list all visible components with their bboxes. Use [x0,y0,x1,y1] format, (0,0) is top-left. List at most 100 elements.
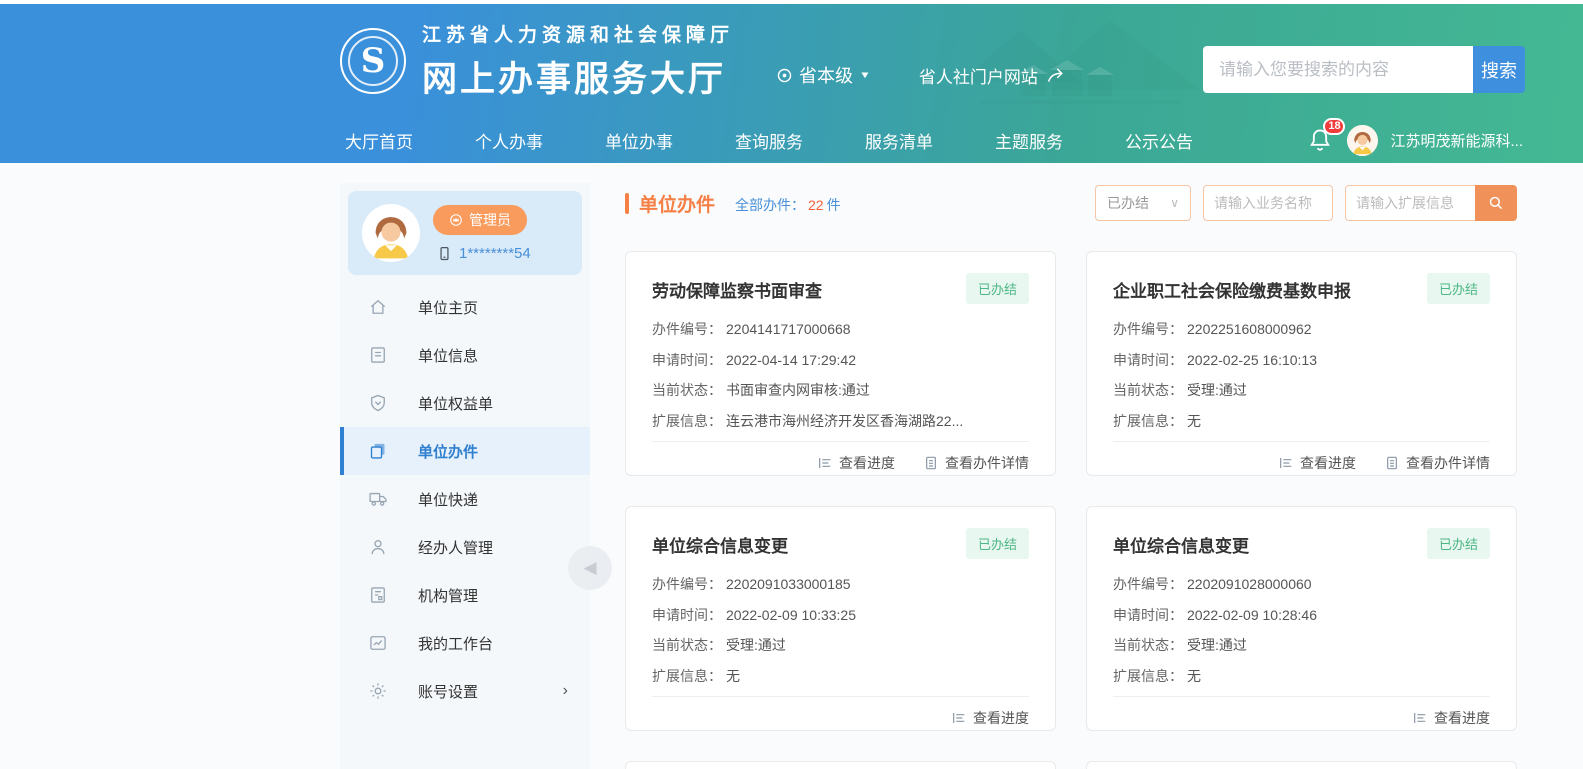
org-doc-icon [368,585,388,605]
nav-item-personal[interactable]: 个人办事 [475,128,543,153]
detail-doc-icon [923,455,939,471]
view-progress-label: 查看进度 [839,453,895,473]
view-progress-link[interactable]: 查看进度 [951,708,1029,728]
magnifier-icon [1487,194,1505,212]
company-name[interactable]: 江苏明茂新能源科... [1390,130,1523,151]
sidebar-item-account-settings[interactable]: 账号设置 › [340,667,590,715]
total-unit: 件 [827,197,841,213]
external-arrow-icon [1046,66,1066,84]
case-fields: 办件编号：2204141717000668 申请时间：2022-04-14 17… [652,319,1029,431]
filter-search-button[interactable] [1475,185,1517,221]
ext-info-input[interactable] [1345,185,1475,221]
current-status: 受理:通过 [726,637,786,653]
field-label: 当前状态： [1113,382,1183,398]
sidebar-item-label: 单位办件 [418,441,478,462]
view-progress-link[interactable]: 查看进度 [1412,708,1490,728]
case-number: 2204141717000668 [726,321,851,337]
main-content: 单位办件 全部办件：22件 已办结 ∨ [625,183,1517,769]
view-progress-link[interactable]: 查看进度 [817,453,895,473]
site-header: S 江苏省人力资源和社会保障厅 网上办事服务大厅 省本级 ▼ 省人社门户网站 搜… [0,4,1583,163]
nav-item-announcements[interactable]: 公示公告 [1125,128,1193,153]
phone-row: 1********54 [437,245,531,262]
caret-down-icon: ▼ [859,69,871,80]
progress-list-icon [1412,710,1428,726]
gear-icon [368,681,388,701]
filter-bar: 已办结 ∨ [1095,185,1517,221]
status-badge: 已办结 [966,273,1029,304]
search-button[interactable]: 搜索 [1473,46,1525,93]
sidebar-item-unit-info[interactable]: 单位信息 [340,331,590,379]
sidebar-item-unit-home[interactable]: 单位主页 [340,283,590,331]
case-fields: 办件编号：2202091028000060 申请时间：2022-02-09 10… [1113,574,1490,686]
chevron-down-icon: ∨ [1170,196,1179,210]
phone-icon [437,245,452,262]
field-label: 扩展信息： [1113,413,1183,429]
region-selector[interactable]: 省本级 ▼ [776,62,871,88]
ext-info: 无 [1187,413,1201,429]
location-pin-icon [776,67,793,84]
notification-bell[interactable]: 18 [1307,126,1335,156]
phone-number: 1********54 [459,245,531,262]
view-progress-link[interactable]: 查看进度 [1278,453,1356,473]
sidebar-item-agent-mgmt[interactable]: 经办人管理 [340,523,590,571]
field-label: 扩展信息： [652,413,722,429]
view-detail-link[interactable]: 查看办件详情 [1384,453,1490,473]
avatar-cartoon-icon [1347,125,1378,156]
view-progress-label: 查看进度 [1434,708,1490,728]
field-label: 办件编号： [1113,321,1183,337]
page-layout: 管理员 1********54 单位主页 单位信息 单位权益单 [0,163,1583,769]
nav-item-unit[interactable]: 单位办事 [605,128,673,153]
sidebar-item-unit-cases[interactable]: 单位办件 [340,427,590,475]
site-title: 网上办事服务大厅 [422,51,734,102]
case-title: 单位综合信息变更 [1113,528,1249,557]
nav-item-query[interactable]: 查询服务 [735,128,803,153]
ext-info-search-group [1345,185,1517,221]
case-number: 2202251608000962 [1187,321,1312,337]
case-number: 2202091028000060 [1187,576,1312,592]
site-logo-icon: S [340,28,406,94]
nav-item-service-list[interactable]: 服务清单 [865,128,933,153]
card-actions: 查看进度 查看办件详情 [652,442,1029,473]
sidebar-item-label: 单位主页 [418,297,478,318]
portal-link[interactable]: 省人社门户网站 [919,63,1066,88]
role-badge: 管理员 [433,205,527,235]
business-name-input[interactable] [1203,185,1333,221]
submenu-arrow-icon: › [563,682,568,700]
site-titles: 江苏省人力资源和社会保障厅 网上办事服务大厅 [422,20,734,102]
sidebar-item-label: 单位信息 [418,345,478,366]
field-label: 申请时间： [1113,352,1183,368]
sidebar-item-workbench[interactable]: 我的工作台 [340,619,590,667]
nav-item-theme[interactable]: 主题服务 [995,128,1063,153]
field-label: 办件编号： [652,321,722,337]
card-head: 单位综合信息变更 已办结 [652,528,1029,559]
card-head: 劳动保障监察书面审查 已办结 [652,273,1029,304]
case-card: 单位综合信息变更 已办结 办件编号：2202091028000060 申请时间：… [1086,506,1517,731]
view-progress-label: 查看进度 [973,708,1029,728]
sidebar-item-label: 经办人管理 [418,537,493,558]
home-icon [368,297,388,317]
apply-time: 2022-02-25 16:10:13 [1187,352,1317,368]
sidebar-item-unit-express[interactable]: 单位快递 [340,475,590,523]
view-detail-label: 查看办件详情 [1406,453,1490,473]
sidebar-item-label: 单位快递 [418,489,478,510]
region-label: 省本级 [799,62,853,88]
sidebar-collapse-toggle[interactable]: ◀ [568,546,612,590]
sidebar-item-org-mgmt[interactable]: 机构管理 [340,571,590,619]
sidebar-item-unit-rights[interactable]: 单位权益单 [340,379,590,427]
notification-badge: 18 [1323,118,1345,135]
status-filter-select[interactable]: 已办结 ∨ [1095,185,1191,221]
section-title-bar [625,193,629,214]
total-count: 22 [808,197,824,213]
rights-icon [368,393,388,413]
search-input[interactable] [1203,46,1473,93]
unit-info-icon [368,345,388,365]
detail-doc-icon [1384,455,1400,471]
org-name: 江苏省人力资源和社会保障厅 [422,20,734,47]
view-detail-link[interactable]: 查看办件详情 [923,453,1029,473]
case-title: 企业职工社会保险缴费基数申报 [1113,273,1351,302]
nav-item-home[interactable]: 大厅首页 [345,128,413,153]
header-hero-row: S 江苏省人力资源和社会保障厅 网上办事服务大厅 省本级 ▼ 省人社门户网站 搜… [0,4,1583,118]
user-avatar[interactable] [1347,125,1378,156]
case-card-partial [625,761,1056,769]
sidebar-item-label: 机构管理 [418,585,478,606]
